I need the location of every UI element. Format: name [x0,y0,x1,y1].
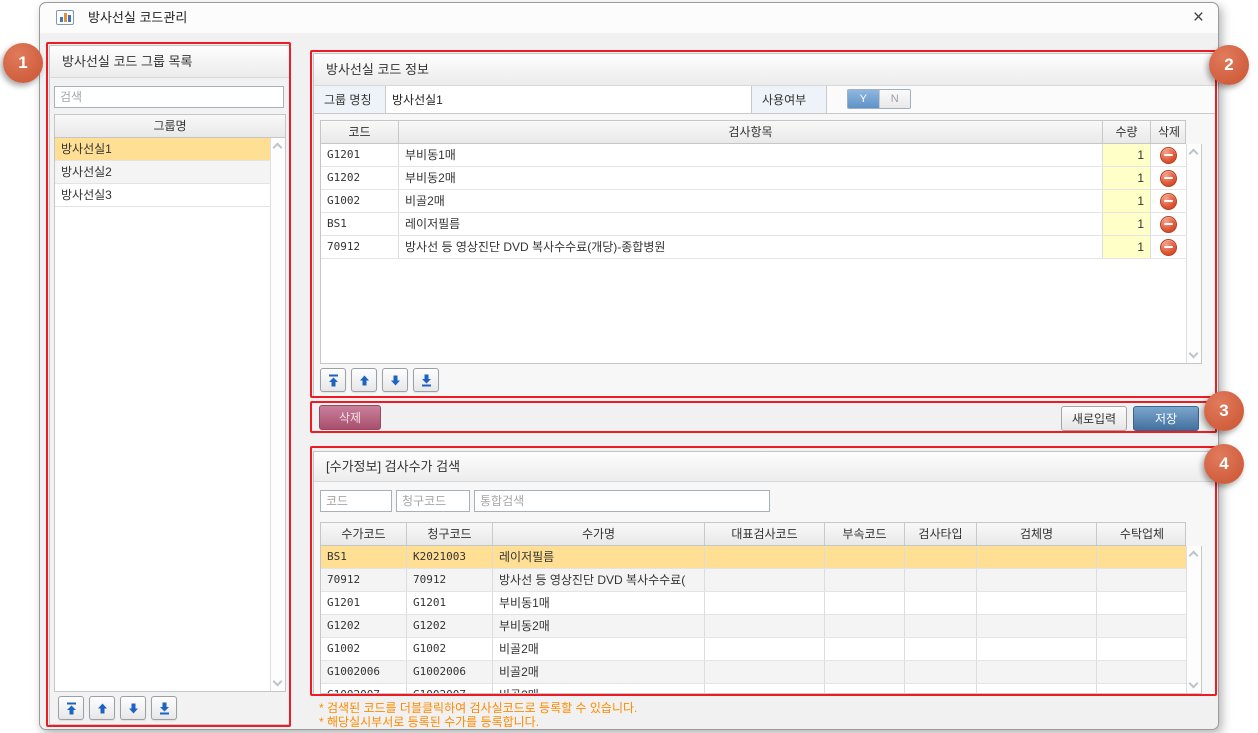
column-header: 검사타입 [905,523,977,545]
move-down-button[interactable] [120,696,146,720]
column-header: 대표검사코드 [705,523,825,545]
code-row[interactable]: 70912 방사선 등 영상진단 DVD 복사수수료(개당)-종합병원 1 [321,236,1186,259]
code-table-header-row: 코드 검사항목 수량 삭제 [320,120,1186,144]
move-down-button[interactable] [382,368,408,392]
column-header: 청구코드 [407,523,493,545]
group-list-header-row: 그룹명 [54,114,286,138]
new-input-button[interactable]: 새로입력 [1061,406,1127,431]
move-first-button[interactable] [320,368,346,392]
dialog-window: 방사선실 코드관리 × 방사선실 코드 그룹 목록 그룹명 방사선실1 [39,2,1219,730]
move-first-button[interactable] [58,696,84,720]
group-list-panel: 방사선실 코드 그룹 목록 그룹명 방사선실1 방사선실2 [49,45,290,725]
price-table-body: BS1 K2021003 레이저필름 70912 70912 [321,546,1186,693]
remove-row-icon[interactable] [1160,170,1177,187]
code-info-panel: 방사선실 코드 정보 그룹 명칭 사용여부 Y N 코드 [313,53,1216,397]
price-search-panel: [수가정보] 검사수가 검색 수가코드 청구코드 수가명 대표검사코드 부속코드… [313,451,1216,695]
column-header: 수탁업체 [1097,523,1187,545]
price-row[interactable]: G1002 G1002 비골2매 [321,638,1186,661]
group-row[interactable]: 방사선실3 [55,184,270,207]
annotation-badge-1: 1 [3,43,43,83]
code-row[interactable]: G1002 비골2매 1 [321,190,1186,213]
window-title: 방사선실 코드관리 [88,3,187,33]
column-header: 수가명 [493,523,705,545]
price-row[interactable]: G1202 G1202 부비동2매 [321,615,1186,638]
group-list-title: 방사선실 코드 그룹 목록 [50,46,289,78]
group-name-label: 그룹 명칭 [314,86,386,113]
screen: 방사선실 코드관리 × 방사선실 코드 그룹 목록 그룹명 방사선실1 [0,0,1258,733]
scroll-up-icon[interactable] [1189,551,1199,561]
price-row[interactable]: 70912 70912 방사선 등 영상진단 DVD 복사수수료( [321,569,1186,592]
close-icon[interactable]: × [1193,3,1204,33]
use-no-option[interactable]: N [879,90,911,108]
code-row[interactable]: BS1 레이저필름 1 [321,213,1186,236]
remove-row-icon[interactable] [1160,216,1177,233]
column-header: 수가코드 [321,523,407,545]
annotation-badge-4: 4 [1204,444,1244,484]
delete-button[interactable]: 삭제 [319,405,381,430]
group-row-selected[interactable]: 방사선실1 [55,138,270,161]
code-info-title: 방사선실 코드 정보 [314,54,1215,86]
scroll-up-icon[interactable] [273,143,283,153]
qty-cell[interactable]: 1 [1103,167,1151,189]
move-up-button[interactable] [89,696,115,720]
scroll-up-icon[interactable] [1189,149,1199,159]
qty-cell[interactable]: 1 [1103,190,1151,212]
move-last-button[interactable] [151,696,177,720]
group-row[interactable]: 방사선실2 [55,161,270,184]
group-name-row: 그룹 명칭 사용여부 Y N [314,86,1215,114]
group-name-input[interactable] [386,86,751,113]
code-table-scrollbar[interactable] [1186,144,1201,363]
qty-cell[interactable]: 1 [1103,144,1151,166]
title-bar: 방사선실 코드관리 × [40,3,1218,33]
column-header: 그룹명 [55,115,285,137]
annotation-badge-2: 2 [1209,45,1249,85]
group-search-input[interactable] [54,86,284,108]
price-code-input[interactable] [320,490,392,512]
qty-cell[interactable]: 1 [1103,213,1151,235]
remove-row-icon[interactable] [1160,147,1177,164]
column-header: 검체명 [977,523,1097,545]
qty-cell[interactable]: 1 [1103,236,1151,258]
group-list: 방사선실1 방사선실2 방사선실3 [55,138,270,691]
remove-row-icon[interactable] [1160,239,1177,256]
scroll-down-icon[interactable] [1189,679,1199,689]
group-list-scrollbar[interactable] [270,138,285,691]
note-line-1: * 검색된 코드를 더블클릭하여 검사실코드로 등록할 수 있습니다. [319,701,637,715]
column-header: 코드 [321,121,399,143]
column-header: 검사항목 [399,121,1103,143]
group-name-field-wrap [386,86,752,113]
claim-code-input[interactable] [396,490,470,512]
code-row[interactable]: G1201 부비동1매 1 [321,144,1186,167]
price-row-partial[interactable]: G1002007 G1002007 비골2매 [321,684,1186,693]
move-up-button[interactable] [351,368,377,392]
column-header: 부속코드 [825,523,905,545]
price-row-selected[interactable]: BS1 K2021003 레이저필름 [321,546,1186,569]
unified-search-input[interactable] [474,490,770,512]
use-flag-toggle: Y N [847,89,911,109]
price-row[interactable]: G1201 G1201 부비동1매 [321,592,1186,615]
use-flag-label: 사용여부 [752,86,827,113]
move-last-button[interactable] [413,368,439,392]
price-table-scrollbar[interactable] [1186,546,1201,693]
scroll-down-icon[interactable] [273,677,283,687]
column-header: 수량 [1103,121,1151,143]
code-row[interactable]: G1202 부비동2매 1 [321,167,1186,190]
save-button[interactable]: 저장 [1133,406,1199,431]
price-table-header-row: 수가코드 청구코드 수가명 대표검사코드 부속코드 검사타입 검체명 수탁업체 [320,522,1186,546]
column-header: 삭제 [1151,121,1187,143]
price-search-title: [수가정보] 검사수가 검색 [314,452,1215,482]
annotation-badge-3: 3 [1204,391,1244,431]
app-chart-icon [56,10,74,25]
scroll-down-icon[interactable] [1189,349,1199,359]
remove-row-icon[interactable] [1160,193,1177,210]
note-line-2: * 해당실시부서로 등록된 수가를 등록합니다. [319,715,539,729]
code-table-body: G1201 부비동1매 1 G1202 부비동2매 1 G1002 [321,144,1186,363]
use-yes-option[interactable]: Y [848,90,879,108]
price-row[interactable]: G1002006 G1002006 비골2매 [321,661,1186,684]
